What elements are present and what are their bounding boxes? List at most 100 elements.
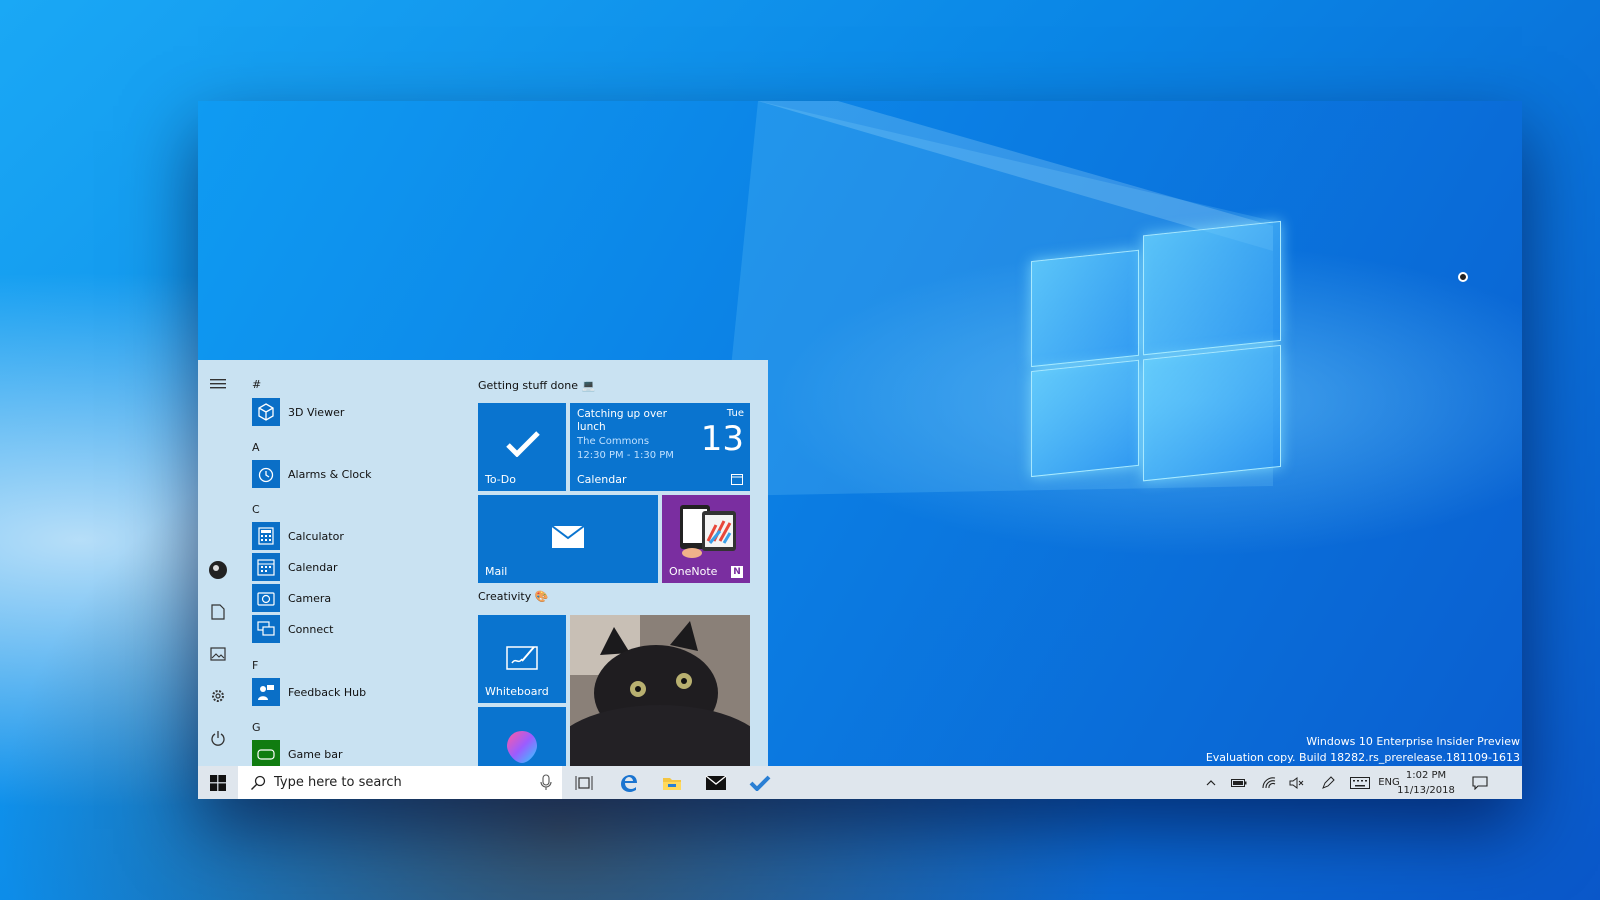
app-label: Calculator bbox=[288, 529, 344, 543]
onenote-illustration-icon bbox=[680, 505, 736, 558]
cat-photo-icon bbox=[570, 615, 750, 766]
file-explorer-button[interactable] bbox=[652, 766, 692, 799]
camera-icon bbox=[252, 584, 280, 612]
tile-calendar[interactable]: Catching up over lunch The Commons 12:30… bbox=[570, 403, 750, 491]
touch-keyboard-button[interactable] bbox=[1344, 766, 1376, 799]
to-do-check-icon bbox=[749, 775, 771, 791]
app-item-camera[interactable]: Camera bbox=[252, 584, 331, 612]
pen-icon bbox=[1322, 775, 1335, 789]
battery-tray-button[interactable] bbox=[1226, 766, 1252, 799]
wifi-icon bbox=[1262, 776, 1276, 788]
documents-icon[interactable] bbox=[208, 602, 228, 622]
calendar-event-location: The Commons bbox=[577, 436, 650, 447]
taskbar-search-box[interactable]: Type here to search bbox=[238, 766, 562, 799]
letter-header-f[interactable]: F bbox=[252, 659, 258, 672]
letter-header-g[interactable]: G bbox=[252, 721, 261, 734]
tile-label: To-Do bbox=[485, 473, 516, 486]
calendar-icon bbox=[252, 553, 280, 581]
onenote-badge-icon: N bbox=[731, 566, 743, 578]
envelope-icon bbox=[551, 525, 585, 548]
checkmark-icon bbox=[506, 431, 540, 457]
start-rail bbox=[198, 360, 238, 766]
tile-label: Calendar bbox=[577, 473, 627, 486]
app-item-calendar[interactable]: Calendar bbox=[252, 553, 337, 581]
pen-workspace-button[interactable] bbox=[1314, 766, 1342, 799]
tile-group-title-creativity[interactable]: Creativity 🎨 bbox=[478, 590, 548, 603]
app-label: Camera bbox=[288, 591, 332, 605]
app-label: Connect bbox=[288, 622, 334, 636]
edge-browser-icon bbox=[621, 774, 637, 792]
letter-header-c[interactable]: C bbox=[252, 503, 260, 516]
mail-button[interactable] bbox=[696, 766, 736, 799]
volume-tray-button[interactable] bbox=[1284, 766, 1310, 799]
tile-paint-3d[interactable] bbox=[478, 707, 566, 766]
clock-date: 11/13/2018 bbox=[1397, 785, 1455, 796]
alarm-clock-icon bbox=[252, 460, 280, 488]
app-label: 3D Viewer bbox=[288, 405, 345, 419]
game-bar-icon bbox=[252, 740, 280, 766]
feedback-hub-icon bbox=[252, 678, 280, 706]
clock[interactable]: 1:02 PM 11/13/2018 bbox=[1396, 768, 1456, 798]
hamburger-menu-icon[interactable] bbox=[208, 374, 228, 394]
battery-icon bbox=[1231, 778, 1247, 787]
app-item-calculator[interactable]: Calculator bbox=[252, 522, 344, 550]
connect-icon bbox=[252, 615, 280, 643]
tile-group-title-getting-stuff-done[interactable]: Getting stuff done 💻 bbox=[478, 379, 595, 392]
watermark-line-2: Evaluation copy. Build 18282.rs_prerelea… bbox=[1205, 751, 1520, 764]
task-view-button[interactable] bbox=[564, 766, 604, 799]
calendar-date: 13 bbox=[700, 419, 744, 459]
show-hidden-icons-button[interactable] bbox=[1200, 766, 1222, 799]
volume-muted-icon bbox=[1289, 776, 1304, 789]
folder-icon bbox=[663, 777, 681, 790]
desktop[interactable]: Windows 10 Enterprise Insider Preview Ev… bbox=[198, 101, 1522, 766]
app-item-connect[interactable]: Connect bbox=[252, 615, 333, 643]
calendar-event-time: 12:30 PM - 1:30 PM bbox=[577, 450, 674, 461]
user-avatar-icon[interactable] bbox=[208, 560, 228, 580]
tile-to-do[interactable]: To-Do bbox=[478, 403, 566, 491]
wifi-tray-button[interactable] bbox=[1256, 766, 1282, 799]
letter-header-hash[interactable]: # bbox=[252, 378, 261, 391]
tile-whiteboard[interactable]: Whiteboard bbox=[478, 615, 566, 703]
power-icon[interactable] bbox=[208, 728, 228, 748]
tile-label: Mail bbox=[485, 565, 508, 578]
app-label: Calendar bbox=[288, 560, 338, 574]
pictures-icon[interactable] bbox=[208, 644, 228, 664]
edge-button[interactable] bbox=[608, 766, 648, 799]
windows-logo bbox=[1031, 213, 1281, 497]
search-icon bbox=[251, 775, 266, 790]
app-item-game-bar[interactable]: Game bar bbox=[252, 740, 343, 766]
app-label: Feedback Hub bbox=[288, 685, 367, 699]
app-label: Alarms & Clock bbox=[288, 467, 372, 481]
tile-label: OneNote bbox=[669, 565, 718, 578]
tile-mail[interactable]: Mail bbox=[478, 495, 658, 583]
settings-gear-icon[interactable] bbox=[208, 686, 228, 706]
mail-envelope-icon bbox=[705, 774, 727, 790]
start-menu: # 3D Viewer A Alarms & Clock C Calculato… bbox=[198, 360, 768, 766]
app-item-alarms-clock[interactable]: Alarms & Clock bbox=[252, 460, 372, 488]
tile-onenote[interactable]: OneNote N bbox=[662, 495, 750, 583]
clock-time: 1:02 PM bbox=[1405, 770, 1447, 781]
app-item-3d-viewer[interactable]: 3D Viewer bbox=[252, 398, 344, 426]
windows-start-icon bbox=[210, 774, 226, 791]
to-do-button[interactable] bbox=[740, 766, 780, 799]
tile-label: Whiteboard bbox=[485, 685, 549, 698]
chevron-up-icon bbox=[1206, 779, 1216, 785]
app-item-feedback-hub[interactable]: Feedback Hub bbox=[252, 678, 366, 706]
tile-photos[interactable] bbox=[570, 615, 750, 766]
calendar-day: Tue bbox=[726, 408, 744, 419]
search-placeholder: Type here to search bbox=[274, 775, 402, 790]
action-center-button[interactable] bbox=[1460, 766, 1500, 799]
app-label: Game bar bbox=[288, 747, 343, 761]
calculator-icon bbox=[252, 522, 280, 550]
start-button[interactable] bbox=[198, 766, 238, 799]
mouse-cursor bbox=[1458, 272, 1468, 282]
app-list: # 3D Viewer A Alarms & Clock C Calculato… bbox=[252, 360, 452, 766]
calendar-event-title: Catching up over lunch bbox=[577, 408, 667, 433]
letter-header-a[interactable]: A bbox=[252, 441, 260, 454]
taskbar: Type here to search ENG 1:02 PM 11/13/20… bbox=[198, 766, 1522, 799]
paint-3d-icon bbox=[507, 731, 537, 763]
whiteboard-icon bbox=[506, 646, 538, 670]
microphone-icon[interactable] bbox=[540, 774, 552, 791]
evaluation-watermark: Windows 10 Enterprise Insider Preview Ev… bbox=[1206, 734, 1520, 766]
3d-viewer-icon bbox=[252, 398, 280, 426]
